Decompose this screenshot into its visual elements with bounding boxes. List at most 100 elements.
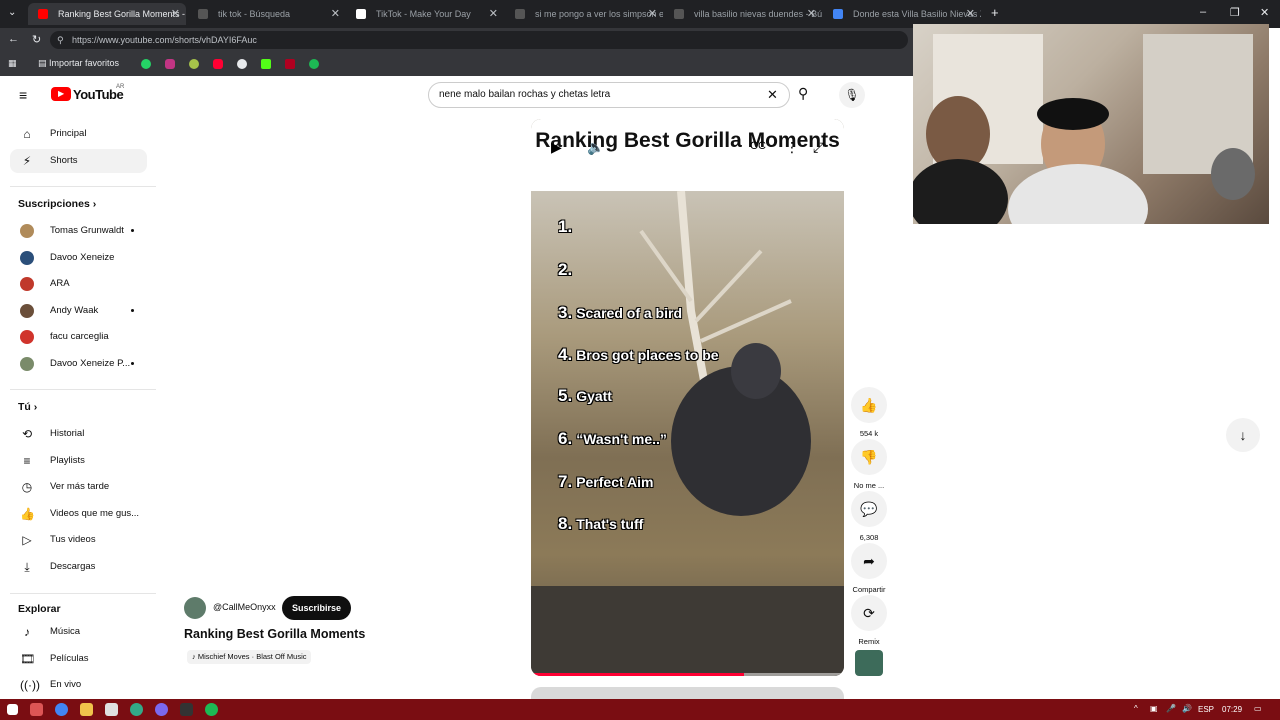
tray-chevron-icon[interactable]: ^ xyxy=(1134,704,1138,713)
volume-icon[interactable]: 🔈 xyxy=(587,139,604,156)
ranking-text: Scared of a bird xyxy=(576,305,682,321)
sidebar-subscription[interactable]: ARA xyxy=(10,272,147,296)
sidebar-item-you[interactable]: ≡ Playlists xyxy=(10,449,147,473)
sidebar-item-you[interactable]: ▷ Tus videos xyxy=(10,528,147,552)
tab-close-icon[interactable]: ✕ xyxy=(331,7,340,20)
sidebar-item-you[interactable]: ⟲ Historial xyxy=(10,422,147,446)
url-field[interactable]: ⚲ https://www.youtube.com/shorts/vhDAYI6… xyxy=(50,31,908,49)
sidebar-item-principal[interactable]: ⌂ Principal xyxy=(10,122,147,146)
app-icon[interactable] xyxy=(189,59,199,69)
channel-thumbnail-avatar[interactable] xyxy=(855,650,883,676)
sidebar-item-you[interactable]: 👍 Videos que me gus... xyxy=(10,502,147,526)
sidebar-subscription[interactable]: Davoo Xeneize xyxy=(10,246,147,270)
channel-info: @CallMeOnyxx Suscribirse xyxy=(184,596,384,620)
instagram-icon[interactable] xyxy=(165,59,175,69)
subscriptions-heading[interactable]: Suscripciones › xyxy=(18,198,96,210)
video-progress-bar[interactable] xyxy=(531,673,844,676)
short-video-player[interactable]: Ranking Best Gorilla Moments ▶ 🔈 CC ⋮ ⤢ … xyxy=(531,119,844,676)
sidebar-item-you[interactable]: ⤓ Descargas xyxy=(10,555,147,579)
volume-tray-icon[interactable]: 🔊 xyxy=(1182,704,1192,713)
browser-tab[interactable]: villa basilio nievas duendes - Bús ✕ xyxy=(664,3,822,25)
app-taskbar-icon[interactable] xyxy=(130,703,143,716)
clear-search-icon[interactable]: ✕ xyxy=(767,83,778,107)
youtube-icon[interactable] xyxy=(213,59,223,69)
tab-favicon-icon xyxy=(674,9,684,19)
minimize-icon[interactable]: – xyxy=(1200,6,1206,18)
import-bookmarks-link[interactable]: ▤ Importar favoritos xyxy=(38,58,119,69)
editor-icon[interactable] xyxy=(180,703,193,716)
whatsapp-icon[interactable] xyxy=(141,59,151,69)
kick-icon[interactable] xyxy=(261,59,271,69)
play-icon[interactable]: ▶ xyxy=(551,139,562,156)
browser-tab[interactable]: Ranking Best Gorilla Moments - Yo ✕ xyxy=(28,3,186,25)
you-heading[interactable]: Tú › xyxy=(18,401,37,413)
next-short-preview[interactable] xyxy=(531,687,844,699)
sidebar-item-you[interactable]: ◷ Ver más tarde xyxy=(10,475,147,499)
chatgpt-icon[interactable] xyxy=(237,59,247,69)
sidebar-subscription[interactable]: Tomas Grunwaldt xyxy=(10,219,147,243)
site-info-icon[interactable]: ⚲ xyxy=(57,31,64,49)
tab-close-icon[interactable]: ✕ xyxy=(489,7,498,20)
like-button[interactable]: 👍 554 k xyxy=(849,387,889,438)
back-icon[interactable]: ← xyxy=(8,33,19,45)
sidebar-subscription[interactable]: facu carceglia xyxy=(10,325,147,349)
remix-button[interactable]: ⟳ Remix xyxy=(849,595,889,646)
close-window-icon[interactable]: ✕ xyxy=(1260,6,1269,19)
browser-tab[interactable]: si me pongo a ver los simpson en ✕ xyxy=(505,3,663,25)
tab-close-icon[interactable]: ✕ xyxy=(807,7,816,20)
channel-avatar[interactable] xyxy=(184,597,206,619)
voice-search-icon[interactable]: 🎙 xyxy=(839,82,865,108)
share-button[interactable]: ➦ Compartir xyxy=(849,543,889,594)
menu-icon[interactable]: ≡ xyxy=(19,87,27,103)
tab-close-icon[interactable]: ✕ xyxy=(966,7,975,20)
fullscreen-icon[interactable]: ⤢ xyxy=(813,139,824,156)
discord-icon[interactable] xyxy=(155,703,168,716)
video-progress-fill xyxy=(531,673,744,676)
dislike-button[interactable]: 👎 No me ... xyxy=(849,439,889,490)
sidebar-divider xyxy=(10,186,156,187)
network-icon[interactable]: ▣ xyxy=(1150,704,1158,713)
sidebar-subscription[interactable]: Davoo Xeneize P... xyxy=(10,352,147,376)
youtube-logo-icon[interactable]: ▶ xyxy=(51,87,71,101)
language-indicator[interactable]: ESP xyxy=(1198,705,1214,714)
sidebar-item-explore[interactable]: ((·)) En vivo xyxy=(10,673,147,697)
subscribe-button[interactable]: Suscribirse xyxy=(282,596,352,620)
new-tab-button[interactable]: + xyxy=(991,5,999,20)
apps-icon[interactable]: ▦ xyxy=(8,58,17,69)
browser-tab[interactable]: tik tok - Búsqueda ✕ xyxy=(188,3,346,25)
tab-list-icon[interactable]: ⌄ xyxy=(8,7,16,18)
reload-icon[interactable]: ↻ xyxy=(32,33,41,46)
sidebar-divider xyxy=(10,389,156,390)
sidebar-subscription[interactable]: Andy Waak xyxy=(10,299,147,323)
mic-icon[interactable]: 🎤 xyxy=(1166,704,1176,713)
file-explorer-icon[interactable] xyxy=(80,703,93,716)
sidebar-item-explore[interactable]: ♪ Música xyxy=(10,620,147,644)
sidebar-item-shorts[interactable]: ⚡ Shorts xyxy=(10,149,147,173)
bookmarks-bar: ▦ ▤ Importar favoritos xyxy=(0,52,913,76)
captions-icon[interactable]: CC xyxy=(750,140,766,152)
url-text: https://www.youtube.com/shorts/vhDAYI6FA… xyxy=(72,35,257,45)
spotify-taskbar-icon[interactable] xyxy=(205,703,218,716)
comments-button[interactable]: 💬 6,308 xyxy=(849,491,889,542)
sidebar-item-explore[interactable]: 🎞 Películas xyxy=(10,647,147,671)
next-short-down-icon[interactable]: ↓ xyxy=(1226,418,1260,452)
tab-close-icon[interactable]: ✕ xyxy=(171,7,180,20)
maximize-icon[interactable]: ❐ xyxy=(1230,6,1240,19)
tab-close-icon[interactable]: ✕ xyxy=(648,7,657,20)
notifications-icon[interactable]: ▭ xyxy=(1254,704,1262,713)
spotify-icon[interactable] xyxy=(309,59,319,69)
browser-tab[interactable]: Donde esta Villa Basilio Nievas Zo ✕ xyxy=(823,3,981,25)
search-input[interactable]: nene malo bailan rochas y chetas letra ✕ xyxy=(428,82,790,108)
start-icon[interactable] xyxy=(7,704,18,715)
channel-name[interactable]: @CallMeOnyxx xyxy=(213,602,276,612)
terminal-icon[interactable] xyxy=(30,703,43,716)
chrome-icon[interactable] xyxy=(55,703,68,716)
app-icon-2[interactable] xyxy=(285,59,295,69)
more-options-icon[interactable]: ⋮ xyxy=(785,139,799,156)
search-icon[interactable]: ⚲ xyxy=(798,85,808,102)
ranking-text: That's tuff xyxy=(576,516,644,532)
clock[interactable]: 07:29 xyxy=(1222,705,1242,714)
browser-tab[interactable]: TikTok - Make Your Day ✕ xyxy=(346,3,504,25)
music-chip[interactable]: ♪ Mischief Moves · Blast Off Music xyxy=(187,650,312,664)
store-icon[interactable] xyxy=(105,703,118,716)
